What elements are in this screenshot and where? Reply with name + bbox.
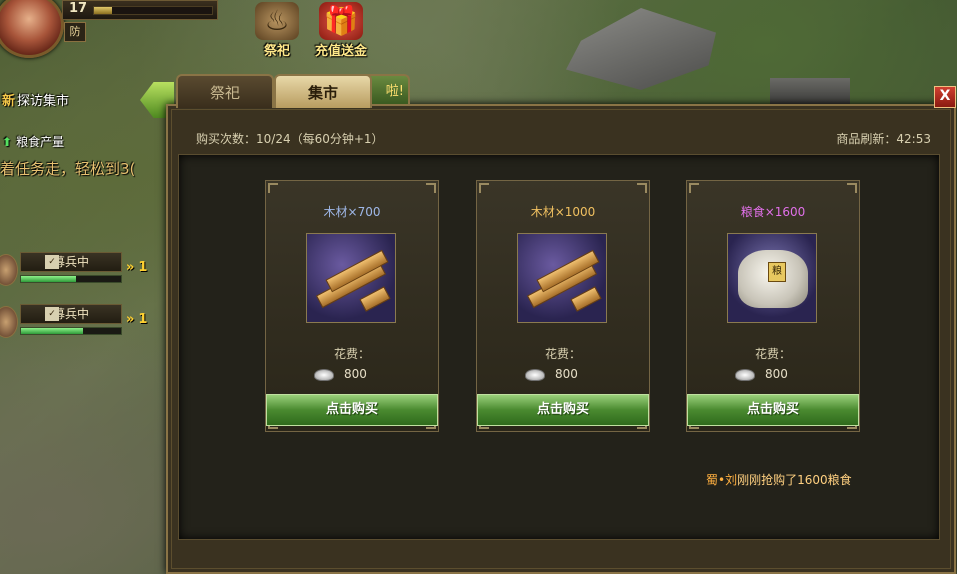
flag-icon: ✓ <box>45 307 59 321</box>
silver-ingot-icon <box>525 368 545 381</box>
sacrifice-shortcut-label: 祭祀 <box>263 44 290 59</box>
gift-box-icon: 🎁 <box>319 2 363 40</box>
close-button[interactable]: X <box>934 86 956 108</box>
item-name: 粮食×1600 <box>740 205 806 219</box>
incense-burner-icon: ♨ <box>255 2 299 40</box>
cost-label: 花费： <box>544 347 581 361</box>
recruit-progress-bar <box>20 327 122 335</box>
fortress-building[interactable] <box>566 8 716 90</box>
buy-button[interactable]: 点击购买 <box>687 394 859 426</box>
recruit-queue-item[interactable]: ✓ 募兵中 » 1 <box>0 252 170 288</box>
price-value: 800 <box>555 367 578 381</box>
recruit-status: ✓ 募兵中 <box>20 304 122 324</box>
grain-quest-label: 粮食产量 <box>16 135 65 149</box>
new-quest-marker: 新 <box>2 94 16 109</box>
recharge-shortcut-label: 充值送金 <box>314 44 367 59</box>
player-avatar[interactable] <box>0 0 64 58</box>
silver-ingot-icon <box>735 368 755 381</box>
experience-bar-fill <box>94 7 112 14</box>
recruit-progress-bar <box>20 275 122 283</box>
cost-label: 花费： <box>754 347 791 361</box>
flag-icon: ✓ <box>45 255 59 269</box>
speed-up-button[interactable]: » 1 <box>126 312 147 327</box>
buy-button[interactable]: 点击购买 <box>266 394 438 426</box>
news-text: 刚刚抢购了1600粮食 <box>737 473 852 487</box>
item-price: 800 <box>525 367 578 381</box>
item-price: 800 <box>735 367 788 381</box>
price-value: 800 <box>765 367 788 381</box>
item-name: 木材×700 <box>323 205 381 219</box>
wood-planks-icon[interactable] <box>306 233 396 323</box>
price-value: 800 <box>344 367 367 381</box>
recruit-status: ✓ 募兵中 <box>20 252 122 272</box>
tab-sacrifice[interactable]: 祭祀 <box>176 74 274 108</box>
buy-button[interactable]: 点击购买 <box>477 394 649 426</box>
item-name: 木材×1000 <box>530 205 596 219</box>
tab-hidden-fragment[interactable]: 啦! <box>366 74 410 104</box>
speed-up-button[interactable]: » 1 <box>126 260 147 275</box>
recruit-queue-item[interactable]: ✓ 募兵中 » 1 <box>0 304 170 340</box>
wood-planks-icon[interactable] <box>517 233 607 323</box>
recharge-shortcut[interactable]: 🎁 充值送金 <box>312 0 370 59</box>
tab-market[interactable]: 集市 <box>274 74 372 108</box>
recruit-progress-fill <box>21 276 76 282</box>
refresh-timer: 商品刷新：42:53 <box>836 132 931 146</box>
quest-item-grain[interactable]: ⬆ 粮食产量 <box>2 133 64 150</box>
up-arrow-icon: ⬆ <box>2 135 13 149</box>
speed-up-count: 1 <box>138 260 148 275</box>
experience-bar <box>93 6 213 15</box>
quest-item-new[interactable]: 新探访集市 <box>2 90 69 109</box>
purchase-count: 购买次数：10/24（每60分钟+1） <box>196 132 384 146</box>
player-level: 17 <box>69 1 88 16</box>
sacrifice-shortcut[interactable]: ♨ 祭祀 <box>248 0 306 59</box>
defense-badge[interactable]: 防 <box>64 22 86 42</box>
speed-up-count: 1 <box>138 312 148 327</box>
news-player: 蜀•刘 <box>706 473 738 487</box>
task-hint-text: 着任务走，轻松到3( <box>0 160 136 178</box>
general-avatar <box>0 306 18 338</box>
silver-ingot-icon <box>314 368 334 381</box>
city-building[interactable] <box>770 78 850 106</box>
general-avatar <box>0 254 18 286</box>
cost-label: 花费： <box>333 347 370 361</box>
grain-sack-icon[interactable]: 粮 <box>727 233 817 323</box>
level-panel: 17 <box>62 0 218 20</box>
recruit-progress-fill <box>21 328 83 334</box>
item-price: 800 <box>314 367 367 381</box>
new-quest-label: 探访集市 <box>17 94 70 109</box>
purchase-news: 蜀•刘刚刚抢购了1600粮食 <box>706 471 852 488</box>
